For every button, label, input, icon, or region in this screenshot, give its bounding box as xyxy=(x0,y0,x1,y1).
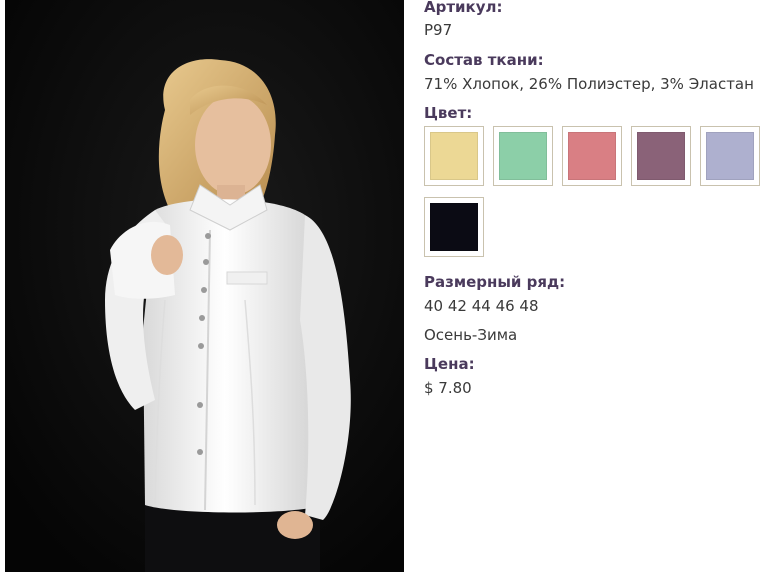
color-swatch-lavender[interactable] xyxy=(700,126,760,186)
color-swatch-black[interactable] xyxy=(424,197,484,257)
color-swatch-yellow[interactable] xyxy=(424,126,484,186)
price-value: $ 7.80 xyxy=(424,379,472,397)
size-value: 40 42 44 46 48 xyxy=(424,297,539,315)
color-chip xyxy=(430,203,478,251)
color-swatch-mint[interactable] xyxy=(493,126,553,186)
color-swatch-plum[interactable] xyxy=(631,126,691,186)
product-photo xyxy=(5,0,404,572)
color-chip xyxy=(706,132,754,180)
color-chip xyxy=(568,132,616,180)
color-label: Цвет: xyxy=(424,104,473,122)
fabric-label: Состав ткани: xyxy=(424,51,544,69)
price-label: Цена: xyxy=(424,355,475,373)
sku-label: Артикул: xyxy=(424,0,503,16)
color-chip xyxy=(430,132,478,180)
product-photo-illustration xyxy=(5,0,404,572)
size-label: Размерный ряд: xyxy=(424,273,566,291)
color-swatch-pink[interactable] xyxy=(562,126,622,186)
fabric-value: 71% Хлопок, 26% Полиэстер, 3% Эластан xyxy=(424,75,754,93)
color-chip xyxy=(499,132,547,180)
season-value: Осень-Зима xyxy=(424,326,518,344)
color-chip xyxy=(637,132,685,180)
sku-value: P97 xyxy=(424,21,453,39)
